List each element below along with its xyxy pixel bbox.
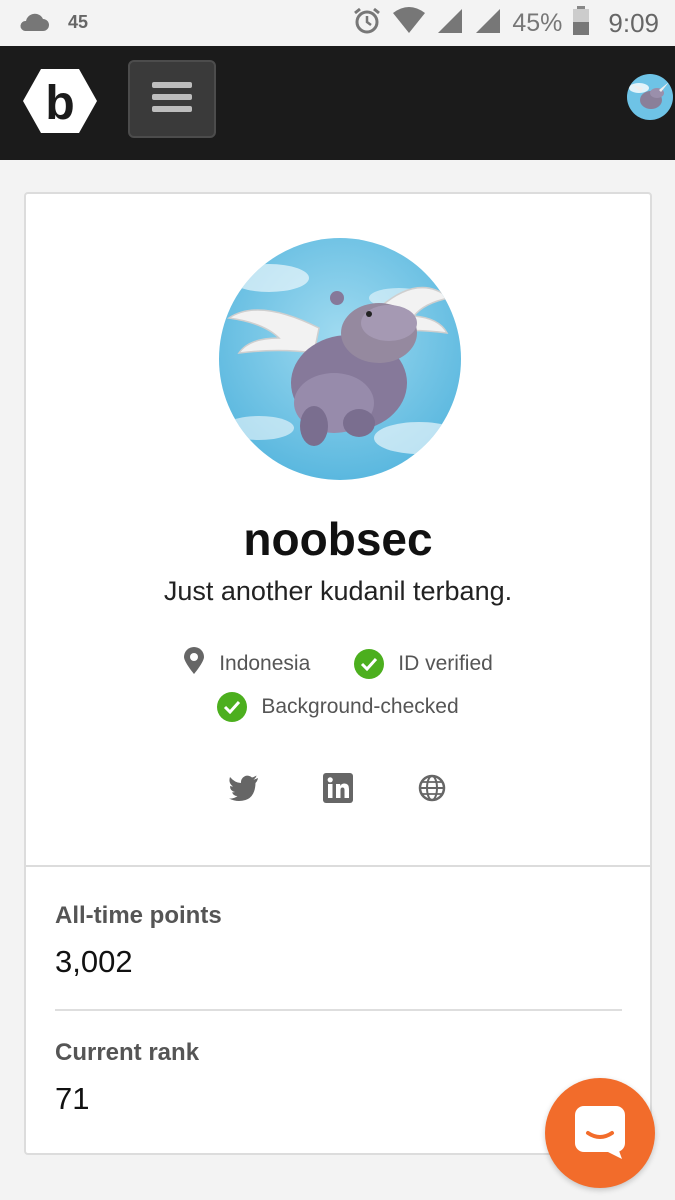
hamburger-icon (150, 80, 194, 119)
divider (55, 1009, 622, 1011)
location-text: Indonesia (219, 652, 311, 675)
profile-card: noobsec Just another kudanil terbang. In… (24, 192, 652, 1155)
divider (26, 865, 650, 867)
profile-avatar (219, 238, 461, 480)
chat-launcher-button[interactable] (545, 1078, 655, 1188)
bugcrowd-logo[interactable]: b (22, 68, 98, 134)
badge-background-checked: Background-checked (217, 692, 459, 722)
check-circle-icon (217, 692, 248, 722)
bio: Just another kudanil terbang. (163, 576, 513, 606)
alarm-icon (352, 6, 382, 41)
stat-value-points: 3,002 (55, 944, 133, 979)
badge-id-verified: ID verified (354, 649, 493, 679)
clock: 9:09 (608, 7, 659, 38)
profile-meta-row: Background-checked (26, 692, 650, 722)
cloud-icon (16, 11, 50, 38)
location: Indonesia (183, 647, 310, 681)
wifi-icon (392, 6, 426, 40)
top-navigation: b (0, 46, 675, 160)
location-pin-icon (183, 647, 205, 681)
notification-count: 45 (68, 12, 89, 32)
chat-icon (572, 1103, 628, 1164)
battery-icon (572, 5, 590, 41)
logo-letter: b (45, 77, 74, 130)
profile-meta-row: Indonesia ID verified (26, 647, 650, 681)
stat-value-rank: 71 (55, 1081, 90, 1116)
nav-avatar[interactable] (627, 74, 673, 120)
badge-label: ID verified (398, 652, 493, 675)
badge-label: Background-checked (261, 695, 459, 718)
battery-percent: 45% (512, 8, 563, 37)
stat-label-points: All-time points (55, 902, 222, 929)
stat-label-rank: Current rank (55, 1039, 200, 1066)
linkedin-icon[interactable] (322, 772, 354, 804)
social-links (26, 772, 650, 804)
signal-icon (474, 7, 502, 40)
username: noobsec (243, 513, 433, 565)
menu-button[interactable] (128, 60, 216, 138)
check-circle-icon (354, 649, 385, 679)
signal-icon (436, 7, 464, 40)
status-bar: 45 45% 9:09 (0, 0, 675, 46)
twitter-icon[interactable] (228, 772, 260, 804)
globe-icon[interactable] (416, 772, 448, 804)
